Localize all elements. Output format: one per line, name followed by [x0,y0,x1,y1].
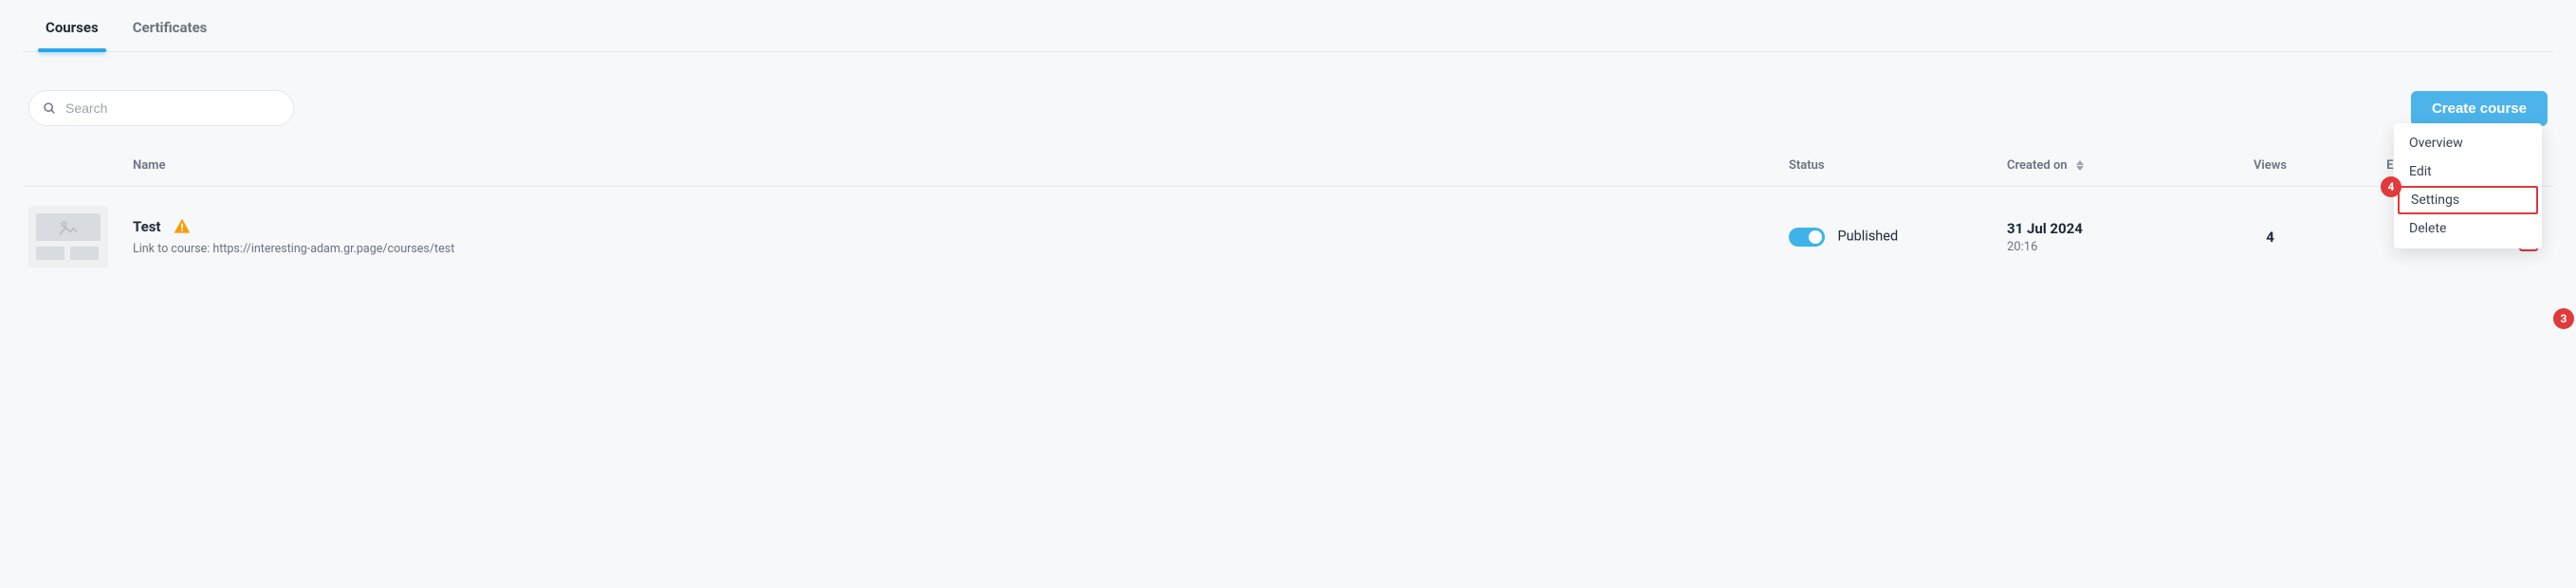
annotation-marker-4: 4 [2381,176,2401,197]
course-link: Link to course: https://interesting-adam… [133,242,1789,256]
table-header: Name Status Created on Views Enrollments [23,145,2553,187]
table-row: Test Link to course: https://interesting… [23,187,2553,286]
annotation-marker-3: 3 [2553,308,2574,329]
tab-certificates[interactable]: Certificates [116,0,225,51]
dropdown-overview[interactable]: Overview [2394,129,2542,157]
dropdown-edit[interactable]: Edit [2394,157,2542,186]
course-thumbnail [28,206,108,267]
search-input[interactable] [65,101,280,116]
status-label: Published [1837,228,1898,244]
column-views[interactable]: Views [2211,158,2329,173]
dropdown-delete[interactable]: Delete [2394,214,2542,243]
column-created-label: Created on [2007,158,2068,173]
tabs: Courses Certificates [23,0,2553,52]
create-course-button[interactable]: Create course [2411,91,2548,126]
views-count: 4 [2266,229,2274,246]
course-title[interactable]: Test [133,218,161,235]
warning-icon [173,217,192,236]
column-created[interactable]: Created on [2007,158,2211,173]
created-time: 20:16 [2007,240,2211,254]
column-status[interactable]: Status [1789,158,2007,173]
sort-icon [2076,160,2084,171]
row-actions-dropdown: 4 Overview Edit Settings Delete [2394,123,2542,248]
search-icon [43,101,56,115]
dropdown-settings[interactable]: Settings [2398,186,2538,214]
created-date: 31 Jul 2024 [2007,220,2211,237]
tab-courses[interactable]: Courses [28,0,116,51]
column-name[interactable]: Name [133,158,1789,173]
publish-toggle[interactable] [1789,228,1825,247]
search-field[interactable] [28,90,294,126]
